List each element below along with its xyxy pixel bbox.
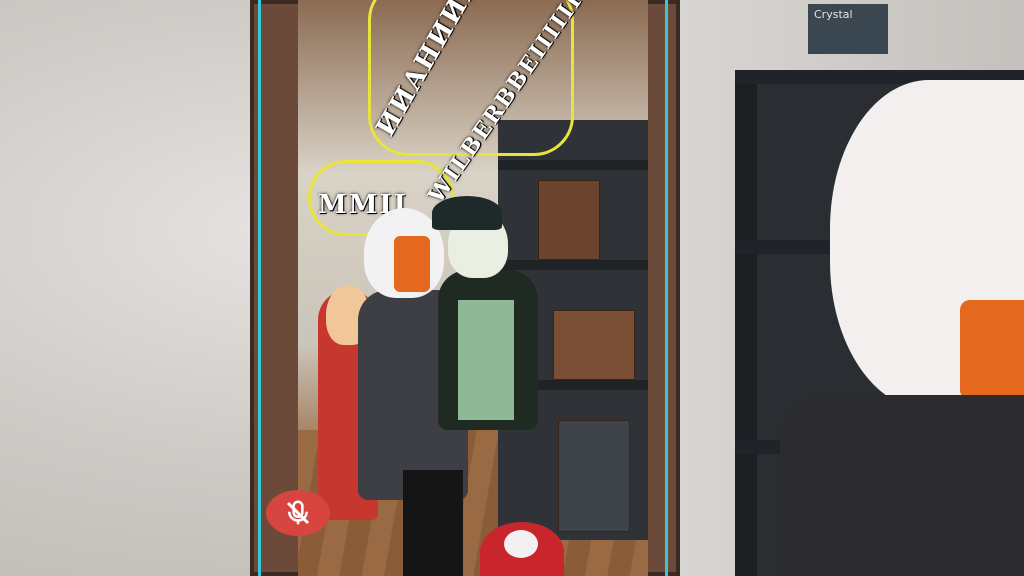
book	[538, 180, 600, 260]
microphone-muted-indicator[interactable]	[266, 490, 330, 536]
shelf-board	[498, 160, 648, 170]
shelf-board	[498, 260, 648, 270]
avatar-beanie	[432, 196, 502, 230]
nearby-avatar-body	[780, 395, 1024, 576]
nearby-avatar-hair	[960, 300, 1024, 400]
book	[553, 310, 635, 380]
label-box: Crystal	[808, 4, 888, 54]
own-hat	[480, 522, 564, 576]
avatar-orange-hair	[394, 236, 430, 292]
shelf-post	[735, 70, 757, 576]
mirror-reflection: ИИАНИИИ WILBERBBEIIIIIII MMII	[298, 0, 648, 576]
avatar-green-shirt	[458, 300, 514, 420]
drawer-cabinet	[558, 420, 630, 532]
avatar-legs	[403, 470, 463, 576]
vr-scene: ИИАНИИИ WILBERBBEIIIIIII MMII Crystal	[0, 0, 1024, 576]
microphone-muted-icon	[286, 500, 310, 525]
